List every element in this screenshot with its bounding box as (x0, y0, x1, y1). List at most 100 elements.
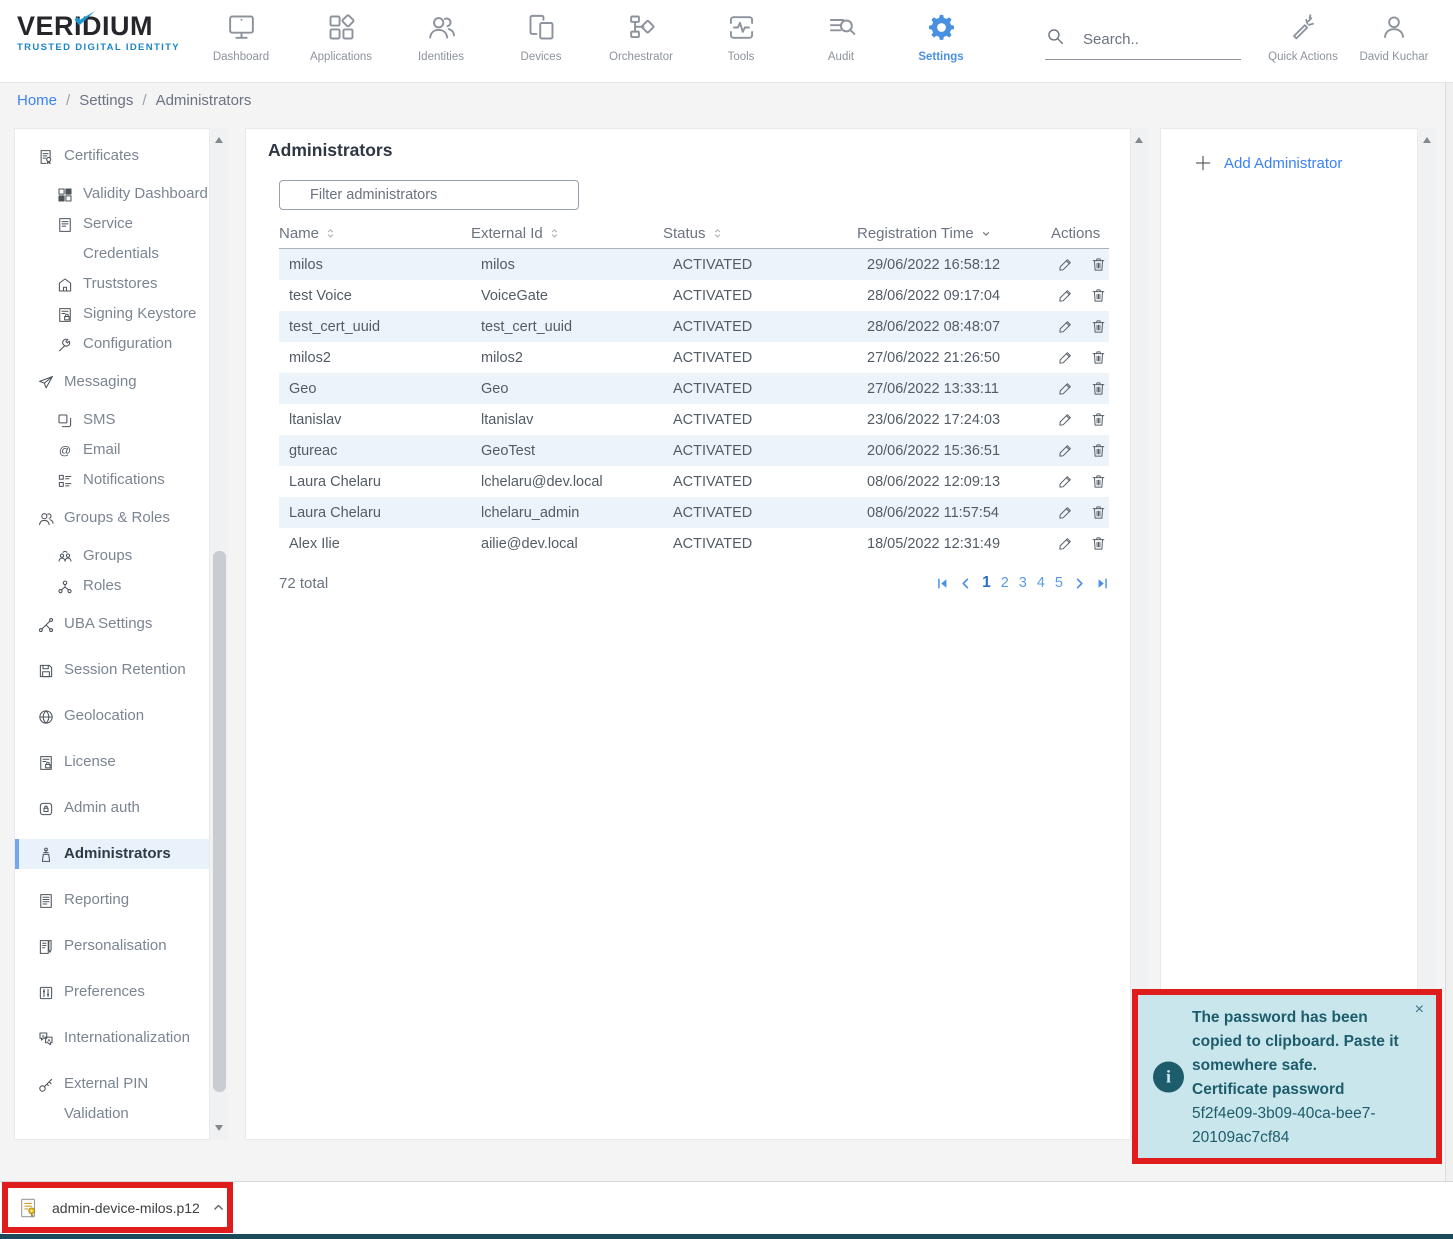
add-administrator-button[interactable]: Add Administrator (1193, 153, 1342, 173)
column-header-registration-time[interactable]: Registration Time (857, 225, 1051, 242)
global-search[interactable] (1045, 26, 1241, 60)
delete-icon[interactable] (1090, 473, 1107, 490)
sidebar-item-session-retention[interactable]: Session Retention (15, 655, 209, 685)
cell-name: ltanislav (279, 412, 471, 428)
edit-icon[interactable] (1057, 349, 1074, 366)
administrators-panel: Administrators NameExternal IdStatusRegi… (245, 128, 1131, 1140)
sidebar-item-certificates[interactable]: Certificates (15, 141, 209, 171)
sidebar-item-messaging[interactable]: Messaging (15, 367, 209, 397)
sidebar-item-reporting[interactable]: Reporting (15, 885, 209, 915)
column-header-external-id[interactable]: External Id (471, 225, 663, 242)
sidebar-item-admin-auth[interactable]: Admin auth (15, 793, 209, 823)
edit-icon[interactable] (1057, 535, 1074, 552)
applications-icon (291, 9, 391, 45)
sidebar-item-truststores[interactable]: Truststores (15, 269, 209, 299)
column-header-name[interactable]: Name (279, 225, 471, 242)
sidebar-item-label: Validity Dashboard (83, 179, 208, 209)
cell-status: ACTIVATED (663, 381, 857, 397)
scroll-up-arrow-icon[interactable] (215, 137, 223, 143)
sidebar-scrollbar[interactable] (211, 128, 228, 1140)
delete-icon[interactable] (1090, 287, 1107, 304)
window-scrollbar[interactable] (1445, 83, 1453, 1181)
sidebar-item-external-pin-validation[interactable]: External PIN Validation (15, 1069, 209, 1129)
cell-actions (1051, 473, 1109, 490)
sidebar-item-signing-keystore[interactable]: Signing Keystore (15, 299, 209, 329)
delete-icon[interactable] (1090, 349, 1107, 366)
page-number-3[interactable]: 3 (1019, 575, 1027, 591)
nav-item-settings[interactable]: Settings (891, 9, 991, 63)
nav-item-dashboard[interactable]: Dashboard (191, 9, 291, 63)
page-number-5[interactable]: 5 (1055, 575, 1063, 591)
sidebar-item-internationalization[interactable]: AaInternationalization (15, 1023, 209, 1053)
bottom-edge-strip (0, 1234, 1453, 1239)
scroll-down-arrow-icon[interactable] (215, 1125, 223, 1131)
nav-item-label: Identities (391, 51, 491, 63)
delete-icon[interactable] (1090, 442, 1107, 459)
chevron-up-icon[interactable] (212, 1201, 225, 1214)
sidebar-item-label: Session Retention (64, 655, 186, 685)
edit-icon[interactable] (1057, 318, 1074, 335)
sidebar-item-personalisation[interactable]: Personalisation (15, 931, 209, 961)
search-input[interactable] (1081, 30, 1231, 49)
user-menu[interactable]: David Kuchar (1345, 9, 1443, 63)
sidebar-item-license[interactable]: License (15, 747, 209, 777)
nav-item-audit[interactable]: Audit (791, 9, 891, 63)
delete-icon[interactable] (1090, 504, 1107, 521)
sidebar-item-notifications[interactable]: Notifications (15, 465, 209, 495)
nav-item-devices[interactable]: Devices (491, 9, 591, 63)
delete-icon[interactable] (1090, 535, 1107, 552)
sidebar-item-email[interactable]: @Email (15, 435, 209, 465)
nav-item-label: Devices (491, 51, 591, 63)
delete-icon[interactable] (1090, 256, 1107, 273)
sidebar-item-service-credentials[interactable]: Service Credentials (15, 209, 209, 269)
cell-registration-time: 23/06/2022 17:24:03 (857, 412, 1051, 428)
scroll-up-arrow-icon[interactable] (1135, 137, 1143, 143)
page-number-4[interactable]: 4 (1037, 575, 1045, 591)
edit-icon[interactable] (1057, 380, 1074, 397)
page-number-2[interactable]: 2 (1001, 575, 1009, 591)
breadcrumb-home[interactable]: Home (17, 92, 57, 109)
primary-navigation: DashboardApplicationsIdentitiesDevicesOr… (191, 9, 991, 63)
sidebar-item-geolocation[interactable]: Geolocation (15, 701, 209, 731)
edit-icon[interactable] (1057, 442, 1074, 459)
next-page-icon[interactable] (1073, 577, 1086, 590)
sidebar-item-roles[interactable]: Roles (15, 571, 209, 601)
sidebar-item-uba-settings[interactable]: UBA Settings (15, 609, 209, 639)
edit-icon[interactable] (1057, 473, 1074, 490)
sidebar-item-sms[interactable]: SMS (15, 405, 209, 435)
edit-icon[interactable] (1057, 287, 1074, 304)
table-row: milos2milos2ACTIVATED27/06/2022 21:26:50 (279, 342, 1109, 373)
filter-administrators-input[interactable] (279, 180, 579, 210)
page-number-1[interactable]: 1 (982, 574, 991, 592)
sidebar-item-preferences[interactable]: Preferences (15, 977, 209, 1007)
sidebar-item-label: Geolocation (64, 701, 144, 731)
nav-item-applications[interactable]: Applications (291, 9, 391, 63)
breadcrumb-settings[interactable]: Settings (79, 92, 133, 109)
delete-icon[interactable] (1090, 411, 1107, 428)
sidebar-item-validity-dashboard[interactable]: Validity Dashboard (15, 179, 209, 209)
scroll-up-arrow-icon[interactable] (1423, 137, 1431, 143)
column-header-status[interactable]: Status (663, 225, 857, 242)
edit-icon[interactable] (1057, 256, 1074, 273)
edit-icon[interactable] (1057, 411, 1074, 428)
cell-name: gtureac (279, 443, 471, 459)
sidebar-item-groups-roles[interactable]: Groups & Roles (15, 503, 209, 533)
toast-close-icon[interactable]: × (1415, 1002, 1424, 1018)
sidebar-item-administrators[interactable]: Administrators (15, 839, 209, 869)
scrollbar-thumb[interactable] (213, 551, 226, 1092)
signing-keystore-icon (56, 305, 74, 323)
last-page-icon[interactable] (1096, 577, 1109, 590)
downloaded-file-chip[interactable]: admin-device-milos.p12 (8, 1188, 227, 1227)
quick-actions-button[interactable]: Quick Actions (1257, 9, 1349, 63)
first-page-icon[interactable] (936, 577, 949, 590)
nav-item-tools[interactable]: Tools (691, 9, 791, 63)
delete-icon[interactable] (1090, 318, 1107, 335)
veridium-logo[interactable]: VERIDIUM TRUSTED DIGITAL IDENTITY (17, 11, 187, 53)
nav-item-identities[interactable]: Identities (391, 9, 491, 63)
sidebar-item-groups[interactable]: Groups (15, 541, 209, 571)
previous-page-icon[interactable] (959, 577, 972, 590)
sidebar-item-configuration[interactable]: Configuration (15, 329, 209, 359)
nav-item-orchestrator[interactable]: Orchestrator (591, 9, 691, 63)
edit-icon[interactable] (1057, 504, 1074, 521)
delete-icon[interactable] (1090, 380, 1107, 397)
